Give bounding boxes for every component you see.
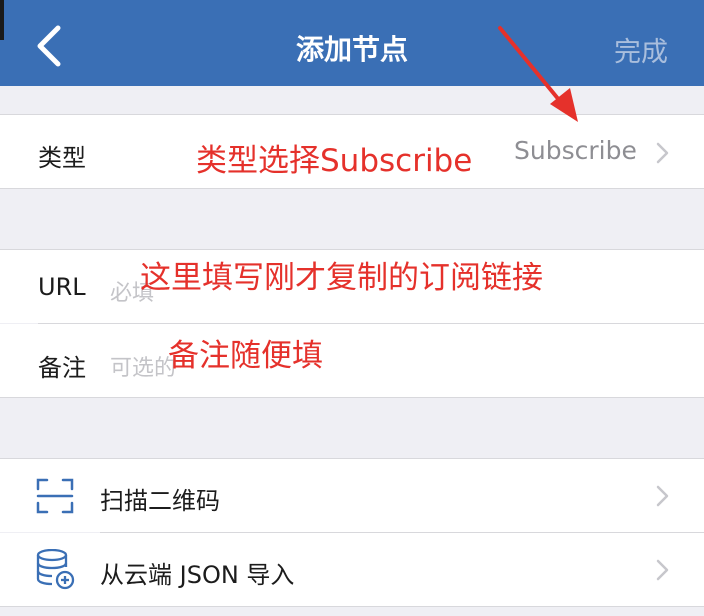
page-title: 添加节点 bbox=[295, 33, 408, 66]
divider bbox=[0, 397, 704, 398]
import-json-label: 从云端 JSON 导入 bbox=[100, 561, 295, 589]
chevron-right-icon bbox=[656, 142, 669, 164]
url-label: URL bbox=[38, 273, 86, 301]
type-label: 类型 bbox=[38, 144, 86, 172]
divider bbox=[0, 606, 704, 607]
divider bbox=[0, 188, 704, 189]
url-hint-annotation: 这里填写刚才复制的订阅链接 bbox=[140, 260, 543, 296]
chevron-right-icon bbox=[656, 559, 669, 581]
divider bbox=[0, 114, 704, 115]
type-value: Subscribe bbox=[514, 136, 637, 165]
remark-row[interactable]: 备注 可选的 bbox=[0, 324, 704, 397]
done-button[interactable]: 完成 bbox=[614, 30, 668, 69]
database-add-icon bbox=[36, 549, 75, 590]
scan-qr-label: 扫描二维码 bbox=[100, 487, 220, 515]
type-hint-annotation: 类型选择Subscribe bbox=[196, 143, 473, 179]
import-json-row[interactable]: 从云端 JSON 导入 bbox=[0, 533, 704, 606]
scan-qr-row[interactable]: 扫描二维码 bbox=[0, 459, 704, 532]
chevron-right-icon bbox=[656, 485, 669, 507]
remark-input[interactable]: 可选的 bbox=[110, 350, 176, 382]
divider bbox=[0, 249, 704, 250]
annotation-arrow-icon bbox=[498, 26, 578, 122]
divider bbox=[0, 458, 704, 459]
navigation-bar: 添加节点 完成 bbox=[0, 0, 704, 86]
qr-scan-icon bbox=[36, 478, 74, 514]
remark-hint-annotation: 备注随便填 bbox=[168, 338, 323, 374]
remark-label: 备注 bbox=[38, 354, 86, 382]
